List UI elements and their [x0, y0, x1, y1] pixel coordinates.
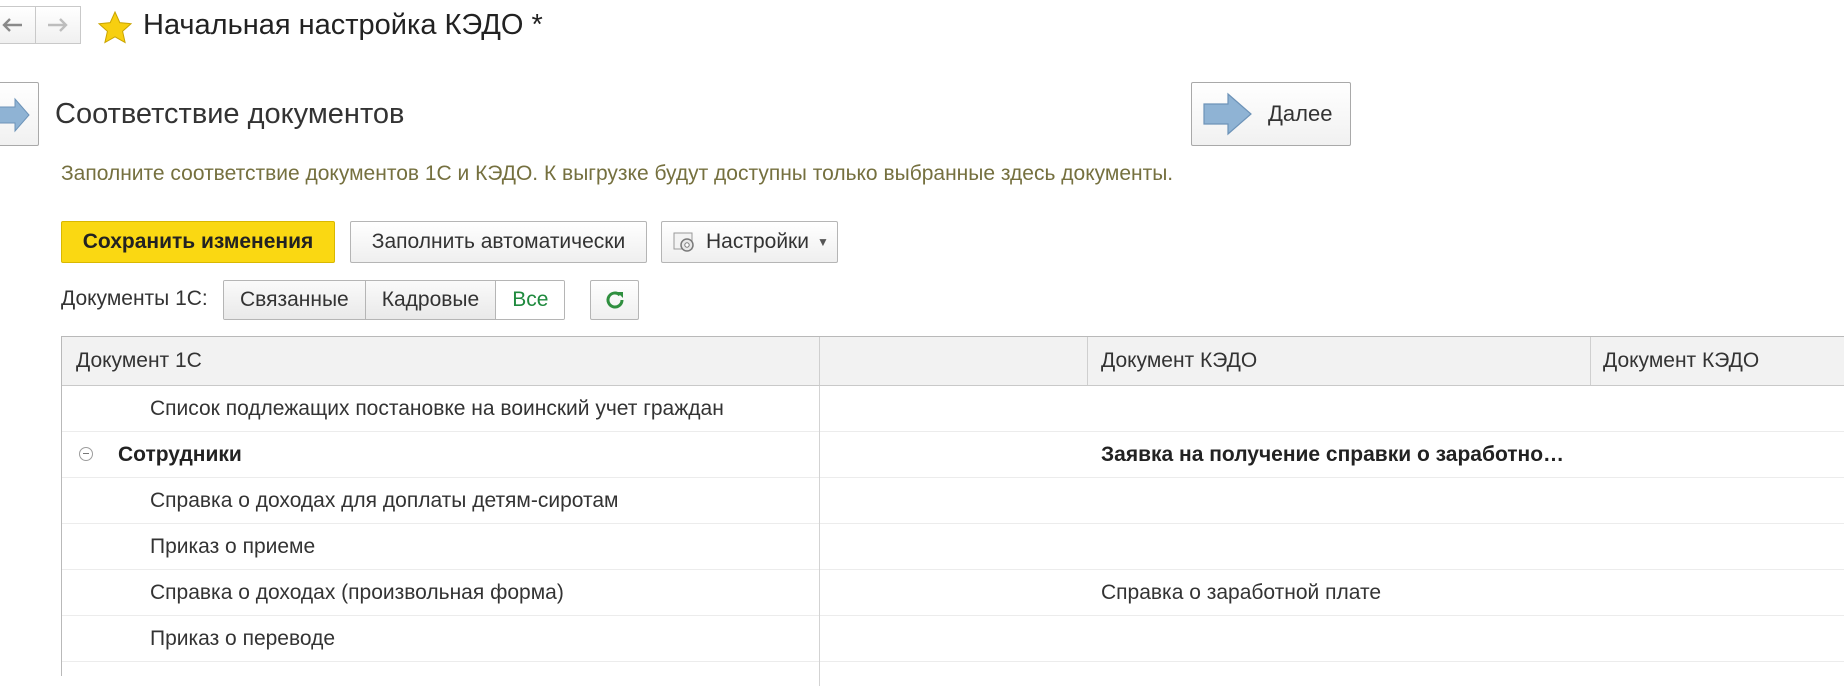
- forward-nav-button[interactable]: [35, 6, 81, 44]
- arrow-right-icon: [1203, 92, 1252, 136]
- next-button-label: Далее: [1268, 101, 1333, 126]
- table-row[interactable]: Приказ о приеме: [62, 524, 1844, 570]
- arrow-right-icon: [48, 18, 68, 32]
- collapse-icon[interactable]: [79, 447, 93, 461]
- column-header-kedo-2[interactable]: Документ КЭДО: [1603, 337, 1759, 385]
- doc1c-cell: Приказ о переводе: [150, 627, 336, 650]
- next-button[interactable]: Далее: [1191, 82, 1351, 146]
- documents-table: Документ 1С Документ КЭДО Документ КЭДО …: [61, 336, 1844, 686]
- doc1c-cell: Сотрудники: [118, 443, 242, 466]
- filter-hr[interactable]: Кадровые: [365, 281, 497, 319]
- save-changes-button[interactable]: Сохранить изменения: [61, 221, 335, 263]
- filter-linked[interactable]: Связанные: [224, 281, 366, 319]
- arrow-left-icon: [2, 18, 22, 32]
- table-row[interactable]: Приказ о переводе: [62, 616, 1844, 662]
- column-divider: [819, 386, 820, 686]
- back-step-button[interactable]: [0, 82, 39, 146]
- arrow-left-icon: [0, 97, 30, 133]
- table-row-group[interactable]: Сотрудники Заявка на получение справки о…: [62, 432, 1844, 478]
- kedo-cell: Заявка на получение справки о заработно…: [1101, 443, 1565, 466]
- hint-text: Заполните соответствие документов 1С и К…: [61, 162, 1174, 185]
- table-row[interactable]: Справка о доходах (произвольная форма) С…: [62, 570, 1844, 616]
- refresh-button[interactable]: [590, 280, 639, 320]
- back-nav-button[interactable]: [0, 6, 36, 44]
- page-title: Соответствие документов: [55, 98, 405, 130]
- table-row[interactable]: Список подлежащих постановке на воинский…: [62, 386, 1844, 432]
- window-title: Начальная настройка КЭДО *: [143, 9, 543, 41]
- table-row[interactable]: Справка о доходах для доплаты детям-сиро…: [62, 478, 1844, 524]
- kedo-cell: Справка о заработной плате: [1101, 581, 1382, 604]
- refresh-icon: [606, 291, 623, 309]
- filter-all[interactable]: Все: [496, 281, 565, 319]
- column-header-kedo[interactable]: Документ КЭДО: [1101, 337, 1257, 385]
- settings-button[interactable]: Настройки ▼: [661, 221, 838, 263]
- chevron-down-icon: ▼: [816, 235, 829, 249]
- filter-label: Документы 1С:: [61, 287, 208, 310]
- doc1c-cell: Список подлежащих постановке на воинский…: [150, 397, 724, 420]
- save-changes-label: Сохранить изменения: [82, 230, 314, 253]
- autofill-label: Заполнить автоматически: [371, 230, 626, 253]
- gear-icon: [673, 232, 694, 252]
- table-header: Документ 1С Документ КЭДО Документ КЭДО: [62, 337, 1844, 386]
- favorite-star-icon[interactable]: [97, 10, 133, 46]
- autofill-button[interactable]: Заполнить автоматически: [350, 221, 647, 263]
- doc1c-cell: Приказ о приеме: [150, 535, 316, 558]
- column-divider[interactable]: [1590, 337, 1591, 385]
- doc1c-cell: Справка о доходах для доплаты детям-сиро…: [150, 489, 619, 512]
- column-divider[interactable]: [1087, 337, 1088, 385]
- column-header-doc1c[interactable]: Документ 1С: [76, 337, 202, 385]
- doc1c-cell: Справка о доходах (произвольная форма): [150, 581, 564, 604]
- document-filter: Связанные Кадровые Все: [223, 280, 566, 320]
- settings-label: Настройки: [706, 230, 809, 253]
- column-divider[interactable]: [819, 337, 820, 385]
